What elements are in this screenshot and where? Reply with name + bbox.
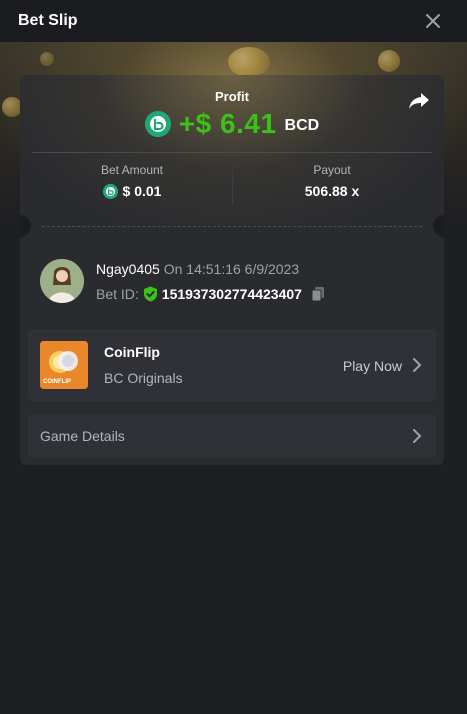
bet-slip-modal: Bet Slip Profit +$ 6.41 BCD Bet Amount $… xyxy=(0,0,467,714)
bet-id-line: Bet ID: 151937302774423407 xyxy=(96,286,326,302)
payout-label: Payout xyxy=(313,163,351,177)
share-icon[interactable] xyxy=(408,91,430,111)
game-row[interactable]: COINFLIP CoinFlip BC Originals Play Now xyxy=(28,329,436,401)
play-now-link[interactable]: Play Now xyxy=(343,358,402,374)
ticket-notch-right xyxy=(433,215,444,237)
divider xyxy=(32,152,432,153)
chevron-right-icon xyxy=(412,358,422,372)
profit-currency: BCD xyxy=(284,117,320,134)
game-details-label: Game Details xyxy=(40,428,125,444)
profit-section: Profit +$ 6.41 BCD Bet Amount $ 0.01 Pay… xyxy=(20,75,444,225)
bet-amount-value: $ 0.01 xyxy=(122,183,162,199)
bet-id-label: Bet ID: xyxy=(96,286,139,302)
decorative-coin xyxy=(40,52,54,66)
modal-header: Bet Slip xyxy=(0,0,467,42)
user-line: Ngay0405 On 14:51:16 6/9/2023 xyxy=(96,261,299,277)
avatar[interactable] xyxy=(40,259,84,303)
profit-row: +$ 6.41 BCD xyxy=(20,107,444,141)
bc-coin-icon xyxy=(102,183,118,199)
decorative-coin xyxy=(2,97,22,117)
chevron-right-icon xyxy=(412,429,422,443)
payout-value: 506.88 x xyxy=(304,183,360,199)
game-name: CoinFlip xyxy=(104,344,160,360)
copy-icon[interactable] xyxy=(310,286,326,302)
payout-stat: Payout 506.88 x xyxy=(232,163,432,199)
profit-value: +$ 6.41 xyxy=(178,108,277,139)
bet-amount-value-row: $ 0.01 xyxy=(32,183,232,199)
bet-amount-stat: Bet Amount $ 0.01 xyxy=(32,163,232,199)
close-icon[interactable] xyxy=(423,11,443,31)
bc-coin-icon xyxy=(144,111,171,137)
bet-id-value: 151937302774423407 xyxy=(161,286,302,302)
game-provider: BC Originals xyxy=(104,370,183,386)
modal-title: Bet Slip xyxy=(18,12,78,29)
decorative-coin xyxy=(378,50,400,72)
bet-time: On 14:51:16 6/9/2023 xyxy=(163,261,300,277)
ticket-perforation xyxy=(42,226,422,227)
game-details-row[interactable]: Game Details xyxy=(28,414,436,458)
thumbnail-caption: COINFLIP xyxy=(43,379,71,385)
game-thumbnail: COINFLIP xyxy=(40,341,88,389)
username[interactable]: Ngay0405 xyxy=(96,261,160,277)
profit-label: Profit xyxy=(215,89,249,104)
bet-amount-label: Bet Amount xyxy=(100,163,164,177)
shield-check-icon xyxy=(143,286,158,302)
bet-slip-card: Profit +$ 6.41 BCD Bet Amount $ 0.01 Pay… xyxy=(20,75,444,465)
decorative-coin xyxy=(228,47,270,77)
